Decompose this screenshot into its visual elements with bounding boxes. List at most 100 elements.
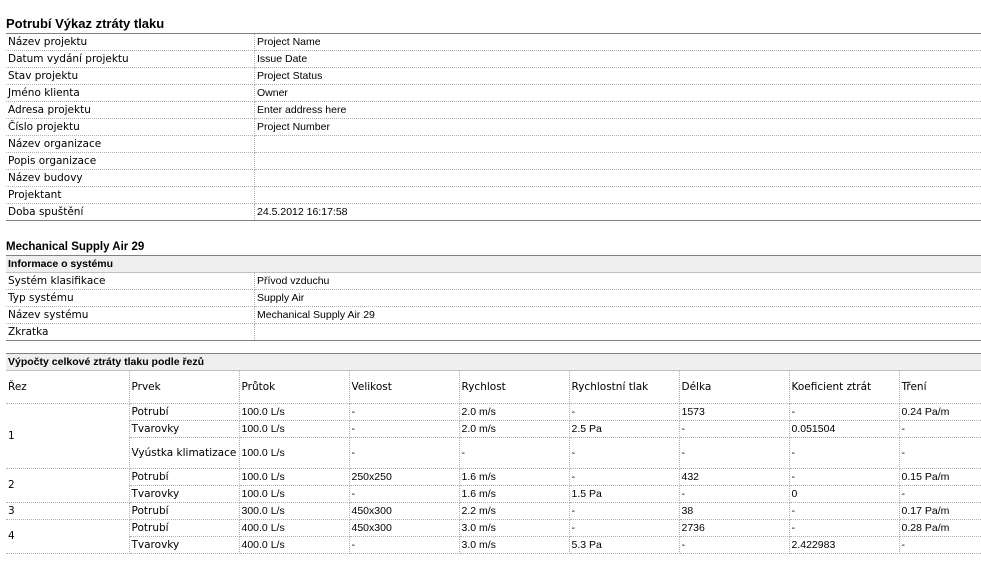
table-cell: -	[349, 420, 460, 438]
table-cell: 100.0 L/s	[239, 403, 350, 421]
sections-table: Řez Prvek Průtok Velikost Rychlost Rychlostní…	[6, 371, 981, 554]
sections-header: Výpočty celkové ztráty tlaku podle řezů	[6, 353, 981, 371]
info-value: Přívod vzduchu	[254, 273, 981, 290]
section-id: 3	[6, 502, 130, 520]
table-cell: 1.5 Pa	[569, 485, 680, 503]
info-row: Projektant	[6, 186, 981, 204]
table-cell: -	[789, 519, 900, 537]
info-label: Jméno klienta	[6, 84, 255, 102]
table-cell: 2.0 m/s	[459, 420, 570, 438]
info-row: Datum vydání projektu Issue Date	[6, 50, 981, 68]
info-label: Název organizace	[6, 135, 255, 153]
info-row: Jméno klienta Owner	[6, 84, 981, 102]
table-row: Tvarovky 100.0 L/s -2.0 m/s 2.5 Pa -0.051504…	[6, 420, 981, 438]
info-row: Název organizace	[6, 135, 981, 153]
column-header: Velikost	[349, 371, 460, 404]
section-id: 4	[6, 519, 130, 554]
info-label: Název budovy	[6, 169, 255, 187]
table-cell: 400.0 L/s	[239, 519, 350, 537]
info-label: Doba spuštění	[6, 203, 255, 221]
info-label: Zkratka	[6, 323, 255, 341]
table-cell: 3.0 m/s	[459, 519, 570, 537]
table-cell: -	[899, 536, 981, 554]
table-cell: 2.5 Pa	[569, 420, 680, 438]
table-cell: -	[679, 536, 790, 554]
column-header: Řez	[6, 371, 130, 404]
info-row: Číslo projektu Project Number	[6, 118, 981, 136]
info-row: Název projektu Project Name	[6, 33, 981, 51]
section-id: 2	[6, 468, 130, 503]
table-cell: 0.28 Pa/m	[899, 519, 981, 537]
info-value: Project Name	[254, 33, 981, 51]
table-cell: 2.0 m/s	[459, 403, 570, 421]
table-cell: Potrubí	[129, 403, 240, 421]
info-row: Název budovy	[6, 169, 981, 187]
table-cell: -	[789, 468, 900, 486]
info-value: Supply Air	[254, 289, 981, 307]
table-cell: -	[569, 519, 680, 537]
info-label: Projektant	[6, 186, 255, 204]
info-label: Stav projektu	[6, 67, 255, 85]
info-value: Issue Date	[254, 50, 981, 68]
system-info-header: Informace o systému	[6, 255, 981, 273]
info-row: Adresa projektu Enter address here	[6, 101, 981, 119]
column-header: Prvek	[129, 371, 240, 404]
table-cell: 100.0 L/s	[239, 468, 350, 486]
table-cell: 38	[679, 502, 790, 520]
table-cell: 250x250	[349, 468, 460, 486]
table-cell: Potrubí	[129, 502, 240, 520]
info-row: Doba spuštění 24.5.2012 16:17:58	[6, 203, 981, 221]
column-header: Průtok	[239, 371, 350, 404]
table-cell: Potrubí	[129, 468, 240, 486]
table-cell: Tvarovky	[129, 536, 240, 554]
table-cell: -	[569, 403, 680, 421]
table-cell: 432	[679, 468, 790, 486]
table-cell: Tvarovky	[129, 485, 240, 503]
table-cell: 2736	[679, 519, 790, 537]
info-value	[254, 135, 981, 153]
info-row: Název systému Mechanical Supply Air 29	[6, 306, 981, 324]
table-cell: -	[459, 437, 570, 469]
table-cell: -	[789, 437, 900, 469]
table-cell: 3.0 m/s	[459, 536, 570, 554]
info-row: Popis organizace	[6, 152, 981, 170]
report: Potrubí Výkaz ztráty tlaku Název projekt…	[6, 0, 981, 554]
section-id: 1	[6, 403, 130, 469]
column-header: Délka	[679, 371, 790, 404]
info-label: Datum vydání projektu	[6, 50, 255, 68]
info-row: Systém klasifikace Přívod vzduchu	[6, 273, 981, 290]
table-cell: -	[899, 437, 981, 469]
project-info-table: Název projektu Project Name Datum vydání p…	[6, 33, 981, 221]
column-header-row: Řez Prvek Průtok Velikost Rychlost Rychlostní…	[6, 371, 981, 404]
system-info-table: Systém klasifikace Přívod vzduchu Typ syst…	[6, 273, 981, 341]
table-cell: 2.422983	[789, 536, 900, 554]
table-cell: 100.0 L/s	[239, 485, 350, 503]
table-cell: 100.0 L/s	[239, 420, 350, 438]
info-row: Zkratka	[6, 323, 981, 341]
info-value	[255, 324, 981, 341]
table-cell: -	[569, 437, 680, 469]
table-cell: Tvarovky	[129, 420, 240, 438]
info-label: Číslo projektu	[6, 118, 255, 136]
table-row: Tvarovky 400.0 L/s -3.0 m/s 5.3 Pa -2.422983…	[6, 536, 981, 554]
table-cell: 0	[789, 485, 900, 503]
info-label: Název systému	[6, 306, 255, 324]
info-label: Popis organizace	[6, 152, 255, 170]
table-row: 2 Potrubí 100.0 L/s 250x250 1.6 m/s -432-0.15…	[6, 468, 981, 503]
table-cell: 100.0 L/s	[239, 437, 350, 469]
table-cell: -	[899, 420, 981, 438]
table-cell: -	[349, 485, 460, 503]
table-cell: 0.15 Pa/m	[899, 468, 981, 486]
table-row: Tvarovky 100.0 L/s -1.6 m/s 1.5 Pa -0-	[6, 485, 981, 503]
table-cell: Vyústka klimatizace	[129, 437, 240, 469]
table-cell: -	[899, 485, 981, 503]
table-cell: 0.17 Pa/m	[899, 502, 981, 520]
table-cell: -	[349, 536, 460, 554]
table-cell: 450x300	[349, 519, 460, 537]
info-label: Typ systému	[6, 289, 255, 307]
info-label: Adresa projektu	[6, 101, 255, 119]
table-cell: -	[349, 403, 460, 421]
table-cell: -	[349, 437, 460, 469]
column-header: Rychlostní tlak	[569, 371, 680, 404]
info-row: Stav projektu Project Status	[6, 67, 981, 85]
